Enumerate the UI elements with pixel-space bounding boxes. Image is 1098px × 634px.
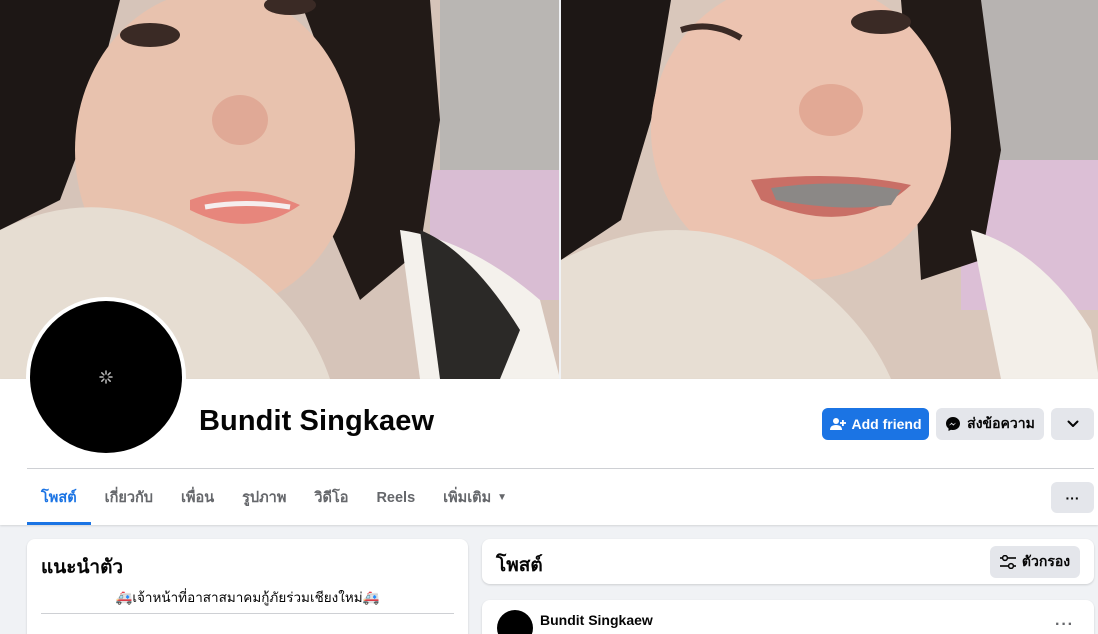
message-button[interactable]: ส่งข้อความ (936, 408, 1044, 440)
caret-down-icon: ▼ (497, 492, 508, 503)
intro-card: แนะนำตัว 🚑เจ้าหน้าที่อาสาสมาคมกู้ภัยร่วม… (27, 539, 468, 634)
tab-label: Reels (376, 489, 416, 506)
post-author-avatar[interactable] (497, 610, 533, 634)
tab-label: เพื่อน (180, 490, 215, 506)
intro-divider (41, 613, 454, 614)
tab-more[interactable]: เพิ่มเติม ▼ (429, 470, 521, 525)
add-friend-icon (829, 417, 846, 431)
filter-label: ตัวกรอง (1021, 553, 1071, 569)
filter-button[interactable]: ตัวกรอง (990, 546, 1080, 578)
tab-about[interactable]: เกี่ยวกับ (91, 470, 167, 525)
tab-videos[interactable]: วิดีโอ (300, 470, 362, 525)
tab-photos[interactable]: รูปภาพ (228, 470, 300, 525)
intro-bio: 🚑เจ้าหน้าที่อาสาสมาคมกู้ภัยร่วมเชียงใหม่… (115, 590, 380, 605)
profile-avatar-ring[interactable] (26, 297, 186, 457)
add-friend-label: Add friend (851, 416, 922, 432)
tab-posts[interactable]: โพสต์ (27, 470, 91, 525)
tab-label: วิดีโอ (314, 490, 349, 506)
tab-friends[interactable]: เพื่อน (167, 470, 228, 525)
post-card: Bundit Singkaew ··· (482, 600, 1094, 634)
more-options-button[interactable] (1051, 408, 1094, 440)
cover-photo-right (560, 0, 1098, 379)
tab-label: รูปภาพ (242, 490, 287, 506)
message-label: ส่งข้อความ (967, 415, 1035, 431)
messenger-icon (945, 416, 961, 432)
tabs-more-button[interactable]: ··· (1051, 482, 1094, 513)
tab-reels[interactable]: Reels (362, 470, 429, 525)
intro-title: แนะนำตัว (41, 557, 124, 578)
add-friend-button[interactable]: Add friend (822, 408, 929, 440)
posts-title: โพสต์ (496, 555, 543, 576)
tab-label: เกี่ยวกับ (104, 490, 153, 506)
profile-name: Bundit Singkaew (199, 405, 435, 437)
header-divider (27, 468, 1094, 469)
profile-tabs: โพสต์ เกี่ยวกับ เพื่อน รูปภาพ วิดีโอ Ree… (27, 470, 521, 525)
ellipsis-icon: ··· (1065, 489, 1080, 506)
chevron-down-icon (1067, 420, 1079, 428)
loading-spinner-icon (99, 370, 113, 384)
filter-icon (999, 555, 1016, 569)
tab-label: เพิ่มเติม (443, 490, 492, 506)
post-author-name[interactable]: Bundit Singkaew (540, 612, 653, 628)
avatar[interactable] (30, 301, 182, 453)
post-options-button[interactable]: ··· (1055, 616, 1074, 634)
tab-label: โพสต์ (41, 490, 77, 506)
posts-header-card: โพสต์ ตัวกรอง (482, 539, 1094, 584)
